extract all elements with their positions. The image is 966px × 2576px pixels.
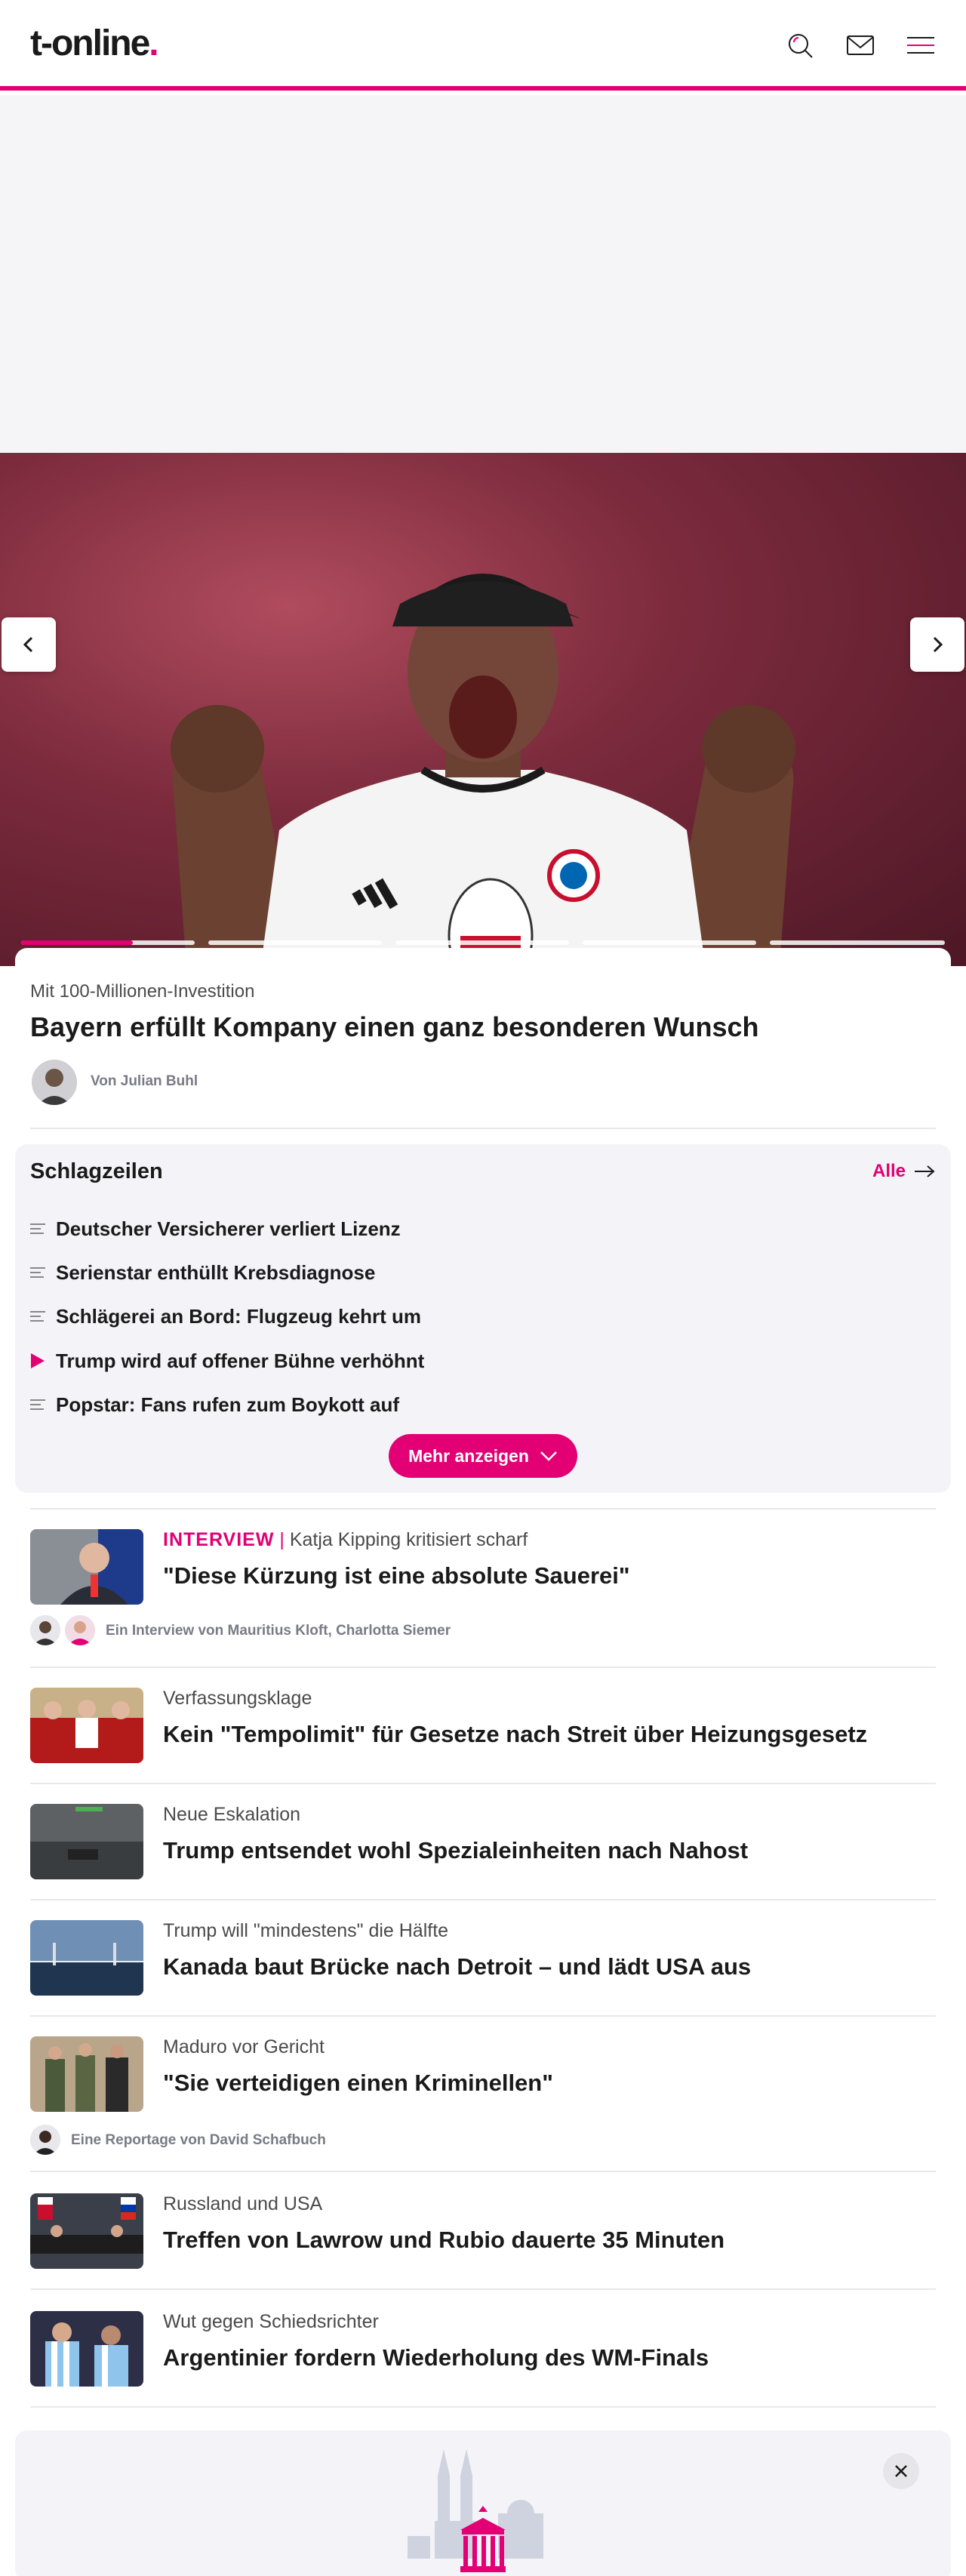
headlines-all-label: Alle [872, 1161, 906, 1181]
teaser-kicker: Verfassungsklage [163, 1688, 312, 1709]
headline-item[interactable]: Deutscher Versicherer verliert Lizenz [30, 1214, 401, 1244]
menu-icon[interactable] [903, 27, 939, 63]
t-online-logo[interactable]: t-online. [30, 23, 159, 64]
show-more-button[interactable]: Mehr anzeigen [389, 1434, 577, 1478]
arrow-right-icon [915, 1165, 935, 1177]
author-avatar [30, 2125, 60, 2155]
author-avatar [65, 1615, 95, 1645]
city-skyline-illustration [408, 2449, 543, 2572]
teaser-title[interactable]: Kein "Tempolimit" für Gesetze nach Strei… [163, 1721, 867, 1748]
teaser-kicker: Maduro vor Gericht [163, 2036, 325, 2057]
headlines-all-link[interactable]: Alle [872, 1161, 936, 1182]
teaser-author[interactable]: Ein Interview von Mauritius Kloft, Charl… [106, 1623, 451, 1639]
hero-image-celebrating-coach [171, 574, 795, 966]
slider-progress-1-fill [21, 940, 133, 945]
teaser-image-bridge[interactable] [30, 1920, 143, 1996]
search-icon[interactable] [782, 27, 818, 63]
author-avatar [30, 1615, 60, 1645]
chevron-down-icon [540, 1451, 557, 1461]
kicker-divider: | [274, 1529, 290, 1550]
teaser-kicker: Wut gegen Schiedsrichter [163, 2311, 379, 2332]
hero-title[interactable]: Bayern erfüllt Kompany einen ganz besond… [30, 1011, 759, 1043]
teaser-title[interactable]: Treffen von Lawrow und Rubio dauerte 35 … [163, 2227, 724, 2254]
headline-label: Serienstar enthüllt Krebsdiagnose [56, 1260, 376, 1284]
video-play-icon [30, 1353, 45, 1368]
close-icon [895, 2465, 907, 2477]
headlines-title: Schlagzeilen [30, 1159, 163, 1183]
teaser-image-interview[interactable] [30, 1529, 143, 1605]
show-more-label: Mehr anzeigen [408, 1445, 529, 1466]
teaser-title[interactable]: "Sie verteidigen einen Kriminellen" [163, 2070, 553, 2097]
teaser-image-court[interactable] [30, 1688, 143, 1763]
headline-item[interactable]: Serienstar enthüllt Krebsdiagnose [30, 1257, 375, 1288]
article-icon [30, 1399, 45, 1411]
divider [30, 2015, 936, 2017]
divider [30, 1667, 936, 1668]
headline-item[interactable]: Trump wird auf offener Bühne verhöhnt [30, 1346, 424, 1376]
mail-icon[interactable] [842, 27, 878, 63]
headline-item[interactable]: Popstar: Fans rufen zum Boykott auf [30, 1390, 399, 1420]
teaser-title[interactable]: Kanada baut Brücke nach Detroit – und lä… [163, 1953, 751, 1980]
teaser-image-night-vision[interactable] [30, 1804, 143, 1879]
teaser-image-meeting[interactable] [30, 2193, 143, 2269]
slider-progress-4[interactable] [583, 940, 756, 945]
interview-tag: INTERVIEW [163, 1529, 275, 1550]
hero-kicker: Mit 100-Millionen-Investition [30, 981, 255, 1002]
article-icon [30, 1266, 45, 1279]
chevron-left-icon [23, 636, 33, 653]
close-button[interactable] [883, 2453, 919, 2489]
teaser-image-footballers[interactable] [30, 2311, 143, 2387]
headline-label: Trump wird auf offener Bühne verhöhnt [56, 1349, 425, 1372]
teaser-kicker: Russland und USA [163, 2193, 323, 2214]
divider [30, 1899, 936, 1900]
article-icon [30, 1223, 45, 1235]
teaser-kicker: INTERVIEW | Katja Kipping kritisiert sch… [163, 1529, 528, 1551]
divider [30, 2171, 936, 2172]
kicker-text: Katja Kipping kritisiert scharf [289, 1529, 528, 1550]
teaser-title[interactable]: Trump entsendet wohl Spezialeinheiten na… [163, 1837, 748, 1864]
teaser-author[interactable]: Eine Reportage von David Schafbuch [71, 2132, 326, 2149]
divider [30, 1128, 936, 1129]
slider-progress-3[interactable] [395, 940, 569, 945]
divider [30, 1783, 936, 1784]
headline-item[interactable]: Schlägerei an Bord: Flugzeug kehrt um [30, 1301, 421, 1331]
slider-next-button[interactable] [910, 617, 964, 672]
hero-slider[interactable] [0, 453, 966, 966]
divider [30, 2288, 936, 2290]
hero-author[interactable]: Von Julian Buhl [91, 1073, 198, 1090]
chevron-right-icon [933, 636, 943, 653]
teaser-title[interactable]: Argentinier fordern Wiederholung des WM-… [163, 2344, 709, 2371]
teaser-kicker: Neue Eskalation [163, 1804, 301, 1825]
slider-progress-2[interactable] [208, 940, 382, 945]
teaser-image-soldiers[interactable] [30, 2036, 143, 2112]
site-header: t-online. [0, 0, 966, 91]
teaser-title[interactable]: "Diese Kürzung ist eine absolute Sauerei… [163, 1562, 630, 1590]
headline-label: Schlägerei an Bord: Flugzeug kehrt um [56, 1304, 421, 1328]
teaser-kicker: Trump will "mindestens" die Hälfte [163, 1920, 449, 1941]
slider-prev-button[interactable] [2, 617, 56, 672]
author-avatar [32, 1060, 77, 1105]
headline-label: Popstar: Fans rufen zum Boykott auf [56, 1393, 400, 1416]
ad-placeholder [0, 95, 966, 453]
divider [30, 1508, 936, 1510]
divider [30, 2406, 936, 2408]
slider-progress-5[interactable] [770, 940, 945, 945]
headline-label: Deutscher Versicherer verliert Lizenz [56, 1217, 401, 1240]
article-icon [30, 1310, 45, 1322]
